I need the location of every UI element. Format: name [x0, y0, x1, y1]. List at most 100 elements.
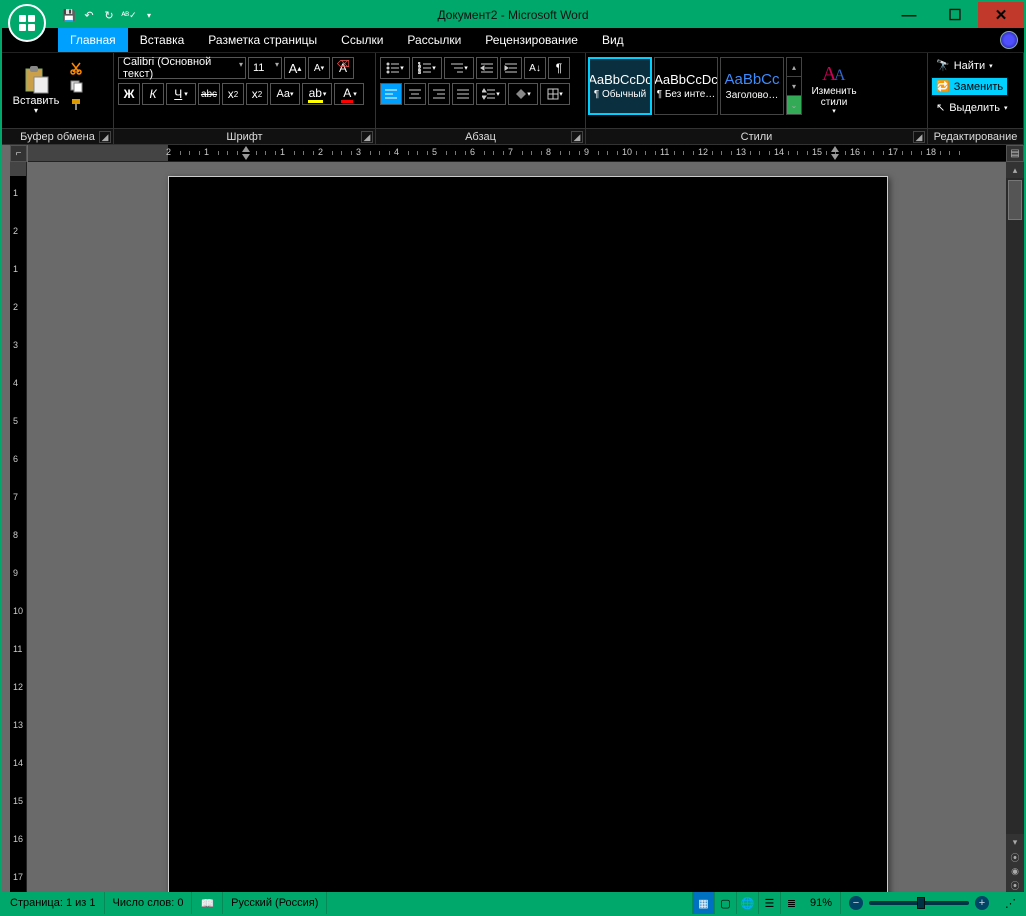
minimize-button[interactable]: — [886, 2, 932, 28]
zoom-slider-thumb[interactable] [917, 897, 925, 909]
office-button[interactable] [8, 4, 46, 42]
align-center-button[interactable] [404, 83, 426, 105]
scroll-track[interactable] [1006, 222, 1024, 834]
zoom-control: − + [841, 896, 997, 910]
line-spacing-button[interactable]: ▾ [476, 83, 506, 105]
tab-page-layout[interactable]: Разметка страницы [196, 28, 329, 52]
tab-references[interactable]: Ссылки [329, 28, 395, 52]
font-size-combo[interactable]: 11▾ [248, 57, 282, 79]
tab-home[interactable]: Главная [58, 28, 128, 52]
style-heading1[interactable]: AaBbCc Заголово… [720, 57, 784, 115]
undo-icon[interactable]: ↶ [80, 6, 98, 24]
shading-button[interactable]: ▾ [508, 83, 538, 105]
styles-scroll-down[interactable]: ▾ [787, 77, 801, 96]
ruler-vertical[interactable]: 1212345678910111213141516171819 [10, 162, 27, 892]
multilevel-list-button[interactable]: ▾ [444, 57, 474, 79]
justify-button[interactable] [452, 83, 474, 105]
clear-formatting-icon[interactable]: A⌫ [332, 57, 354, 79]
view-buttons: ▦ ▢ 🌐 ☰ ≣ [692, 892, 802, 914]
underline-button[interactable]: Ч▾ [166, 83, 196, 105]
tab-mailings[interactable]: Рассылки [395, 28, 473, 52]
styles-expand[interactable]: ⌄ [787, 96, 801, 114]
view-draft[interactable]: ≣ [780, 892, 802, 914]
change-styles-button[interactable]: AA Изменить стили ▾ [804, 57, 864, 119]
ruler-toggle[interactable]: ▤ [1006, 145, 1024, 162]
qat-customize-icon[interactable]: ▾ [140, 6, 158, 24]
indent-marker-right[interactable] [831, 146, 840, 160]
clipboard-dialog-launcher[interactable]: ◢ [99, 131, 111, 143]
styles-scroll-up[interactable]: ▴ [787, 58, 801, 77]
spellcheck-icon[interactable]: ᴬᴮ✓ [120, 6, 138, 24]
help-icon[interactable] [1000, 31, 1018, 49]
font-color-button[interactable]: A▾ [334, 83, 364, 105]
highlight-color-button[interactable]: ab▾ [302, 83, 332, 105]
borders-button[interactable]: ▾ [540, 83, 570, 105]
styles-dialog-launcher[interactable]: ◢ [913, 131, 925, 143]
copy-icon[interactable] [67, 78, 85, 94]
style-normal[interactable]: AaBbCcDc ¶ Обычный [588, 57, 652, 115]
scroll-thumb[interactable] [1008, 180, 1022, 220]
view-full-screen[interactable]: ▢ [714, 892, 736, 914]
style-no-spacing[interactable]: AaBbCcDc ¶ Без инте… [654, 57, 718, 115]
ruler-tick: 11 [660, 147, 669, 157]
scroll-up-button[interactable]: ▴ [1006, 162, 1024, 178]
decrease-indent-button[interactable] [476, 57, 498, 79]
strikethrough-button[interactable]: abc [198, 83, 220, 105]
tab-selector[interactable]: ⌐ [10, 145, 27, 162]
superscript-button[interactable]: x2 [246, 83, 268, 105]
replace-button[interactable]: 🔁Заменить [931, 77, 1008, 96]
indent-marker-left[interactable] [242, 146, 251, 160]
scroll-down-button[interactable]: ▾ [1006, 834, 1024, 850]
italic-button[interactable]: К [142, 83, 164, 105]
status-zoom-pct[interactable]: 91% [802, 892, 841, 914]
paragraph-dialog-launcher[interactable]: ◢ [571, 131, 583, 143]
align-left-button[interactable] [380, 83, 402, 105]
ruler-tick-v: 8 [13, 530, 18, 540]
vertical-scrollbar[interactable]: ▴ ▾ ⦿ ◉ ⦿ [1006, 162, 1024, 892]
browse-object-button[interactable]: ◉ [1006, 864, 1024, 878]
document-page[interactable] [168, 176, 888, 892]
tab-review[interactable]: Рецензирование [473, 28, 590, 52]
align-right-button[interactable] [428, 83, 450, 105]
save-icon[interactable]: 💾 [60, 6, 78, 24]
ruler-horizontal[interactable]: 21123456789101112131415161718 [28, 145, 1006, 162]
view-web-layout[interactable]: 🌐 [736, 892, 758, 914]
format-painter-icon[interactable] [67, 96, 85, 112]
group-label-styles: Стили◢ [586, 128, 927, 144]
change-case-button[interactable]: Aa▾ [270, 83, 300, 105]
resize-grip[interactable]: ⋰ [997, 892, 1024, 914]
ruler-tick-v: 2 [13, 226, 18, 236]
bullets-button[interactable]: ▾ [380, 57, 410, 79]
numbering-button[interactable]: 123▾ [412, 57, 442, 79]
zoom-in-button[interactable]: + [975, 896, 989, 910]
maximize-button[interactable]: ☐ [932, 2, 978, 28]
shrink-font-icon[interactable]: A▾ [308, 57, 330, 79]
cut-icon[interactable] [67, 60, 85, 76]
close-button[interactable]: ✕ [978, 2, 1024, 28]
prev-page-button[interactable]: ⦿ [1006, 850, 1024, 864]
status-proofing-icon[interactable]: 📖 [192, 892, 223, 914]
subscript-button[interactable]: x2 [222, 83, 244, 105]
tab-view[interactable]: Вид [590, 28, 636, 52]
next-page-button[interactable]: ⦿ [1006, 878, 1024, 892]
zoom-slider[interactable] [869, 901, 969, 905]
select-button[interactable]: ↖Выделить▾ [931, 98, 1012, 117]
bold-button[interactable]: Ж [118, 83, 140, 105]
redo-icon[interactable]: ↻ [100, 6, 118, 24]
group-clipboard: Вставить ▾ Буфер обмена◢ [2, 53, 114, 144]
font-name-combo[interactable]: Calibri (Основной текст)▾ [118, 57, 246, 79]
show-paragraph-marks-button[interactable]: ¶ [548, 57, 570, 79]
view-outline[interactable]: ☰ [758, 892, 780, 914]
status-wordcount[interactable]: Число слов: 0 [105, 892, 193, 914]
grow-font-icon[interactable]: A▴ [284, 57, 306, 79]
font-dialog-launcher[interactable]: ◢ [361, 131, 373, 143]
zoom-out-button[interactable]: − [849, 896, 863, 910]
paste-button[interactable]: Вставить ▾ [5, 56, 67, 124]
tab-insert[interactable]: Вставка [128, 28, 197, 52]
increase-indent-button[interactable] [500, 57, 522, 79]
find-button[interactable]: 🔭Найти▾ [931, 56, 998, 75]
status-language[interactable]: Русский (Россия) [223, 892, 327, 914]
view-print-layout[interactable]: ▦ [692, 892, 714, 914]
sort-button[interactable]: A↓ [524, 57, 546, 79]
status-page[interactable]: Страница: 1 из 1 [2, 892, 105, 914]
